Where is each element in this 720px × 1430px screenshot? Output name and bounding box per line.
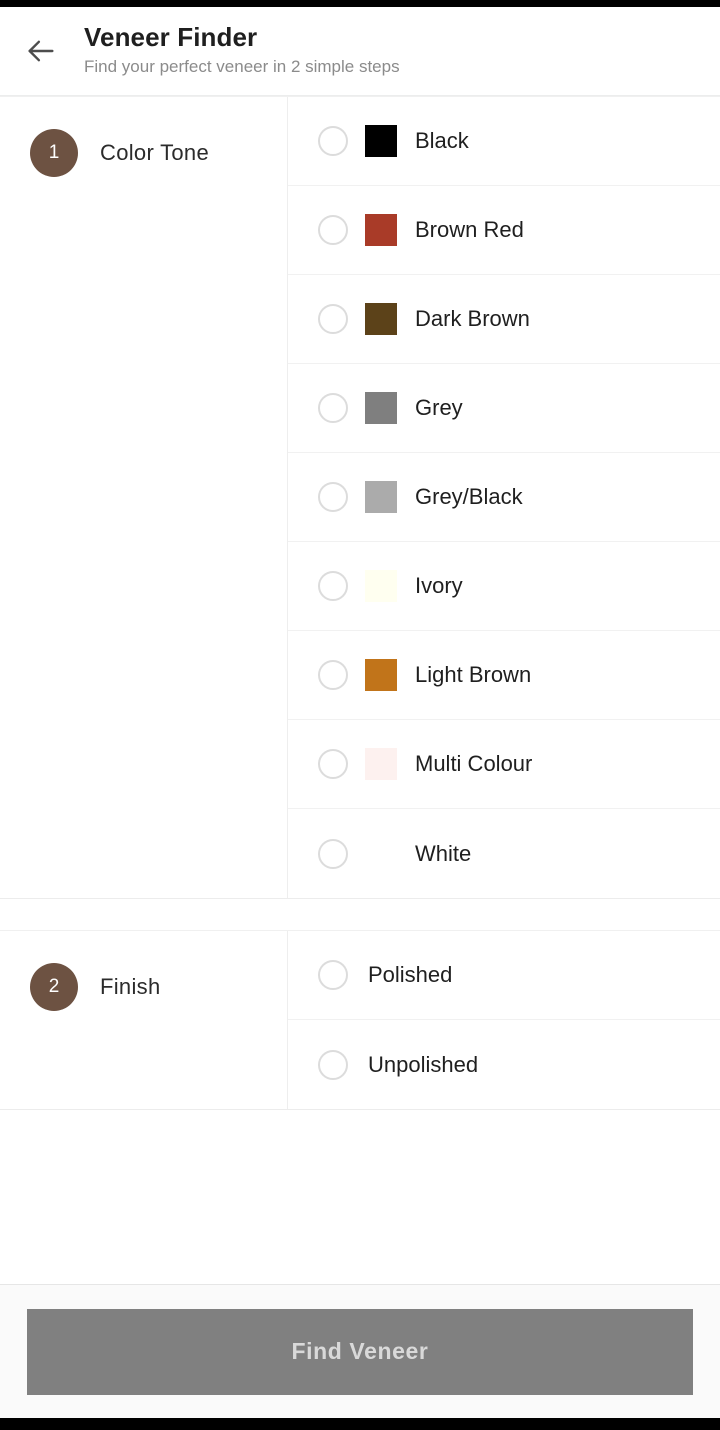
color-swatch-grey bbox=[365, 392, 397, 424]
navigation-bar bbox=[0, 1418, 720, 1430]
option-label-dark-brown: Dark Brown bbox=[415, 306, 530, 331]
footer-bar: Find Veneer bbox=[0, 1284, 720, 1418]
step-2-head-row: 2 Finish bbox=[30, 963, 287, 1011]
radio-dark-brown[interactable] bbox=[318, 304, 348, 334]
option-label-light-brown: Light Brown bbox=[415, 662, 532, 687]
option-row-dark-brown[interactable]: Dark Brown bbox=[288, 275, 720, 364]
arrow-left-icon bbox=[24, 34, 58, 68]
option-label-white: White bbox=[415, 840, 472, 866]
option-label-grey-black: Grey/Black bbox=[415, 484, 523, 509]
radio-ivory[interactable] bbox=[318, 571, 348, 601]
radio-polished[interactable] bbox=[318, 960, 348, 990]
radio-black[interactable] bbox=[318, 126, 348, 156]
option-row-multi-colour[interactable]: Multi Colour bbox=[288, 720, 720, 809]
app-header: Veneer Finder Find your perfect veneer i… bbox=[0, 7, 720, 96]
color-swatch-ivory bbox=[365, 570, 397, 602]
content-spacer bbox=[0, 1110, 720, 1284]
radio-brown-red[interactable] bbox=[318, 215, 348, 245]
header-text-group: Veneer Finder Find your perfect veneer i… bbox=[84, 21, 400, 80]
step-2-number-badge: 2 bbox=[30, 963, 78, 1011]
color-swatch-light-brown bbox=[365, 659, 397, 691]
back-button[interactable] bbox=[18, 28, 64, 74]
option-row-white[interactable]: White bbox=[288, 809, 720, 898]
status-bar bbox=[0, 0, 720, 7]
color-swatch-multi-colour bbox=[365, 748, 397, 780]
option-row-grey-black[interactable]: Grey/Black bbox=[288, 453, 720, 542]
option-label-unpolished: Unpolished bbox=[368, 1051, 479, 1077]
option-row-brown-red[interactable]: Brown Red bbox=[288, 186, 720, 275]
option-row-unpolished[interactable]: Unpolished bbox=[288, 1020, 720, 1109]
option-label-grey: Grey bbox=[415, 395, 463, 420]
option-row-light-brown[interactable]: Light Brown bbox=[288, 631, 720, 720]
find-veneer-button[interactable]: Find Veneer bbox=[27, 1308, 693, 1395]
step-card-color-tone: 1 Color Tone Black Brown Red Dark Brown … bbox=[0, 96, 720, 899]
radio-unpolished[interactable] bbox=[318, 1049, 348, 1080]
step-2-title: Finish bbox=[100, 974, 161, 999]
radio-multi-colour[interactable] bbox=[318, 749, 348, 779]
option-label-brown-red: Brown Red bbox=[415, 217, 524, 242]
option-row-ivory[interactable]: Ivory bbox=[288, 542, 720, 631]
app-screen: Veneer Finder Find your perfect veneer i… bbox=[0, 0, 720, 1430]
option-row-grey[interactable]: Grey bbox=[288, 364, 720, 453]
color-swatch-black bbox=[365, 125, 397, 157]
step-1-head-row: 1 Color Tone bbox=[30, 129, 287, 177]
step-1-header: 1 Color Tone bbox=[0, 97, 288, 898]
step-1-number-badge: 1 bbox=[30, 129, 78, 177]
radio-light-brown[interactable] bbox=[318, 660, 348, 690]
color-swatch-white bbox=[365, 838, 397, 870]
color-swatch-grey-black bbox=[365, 481, 397, 513]
option-label-black: Black bbox=[415, 128, 469, 153]
option-row-black[interactable]: Black bbox=[288, 97, 720, 186]
finder-content: 1 Color Tone Black Brown Red Dark Brown … bbox=[0, 96, 720, 1284]
option-label-multi-colour: Multi Colour bbox=[415, 751, 533, 776]
radio-white[interactable] bbox=[318, 838, 348, 869]
step-2-options: Polished Unpolished bbox=[288, 931, 720, 1109]
page-title: Veneer Finder bbox=[84, 21, 258, 52]
page-subtitle: Find your perfect veneer in 2 simple ste… bbox=[84, 56, 400, 76]
color-swatch-brown-red bbox=[365, 214, 397, 246]
step-1-options: Black Brown Red Dark Brown Grey Grey/Bla… bbox=[288, 97, 720, 898]
color-swatch-dark-brown bbox=[365, 303, 397, 335]
radio-grey-black[interactable] bbox=[318, 482, 348, 512]
step-1-title: Color Tone bbox=[100, 140, 209, 165]
radio-grey[interactable] bbox=[318, 393, 348, 423]
step-2-header: 2 Finish bbox=[0, 931, 288, 1109]
option-label-polished: Polished bbox=[368, 962, 453, 987]
option-label-ivory: Ivory bbox=[415, 573, 463, 598]
step-card-finish: 2 Finish Polished Unpolished bbox=[0, 930, 720, 1110]
option-row-polished[interactable]: Polished bbox=[288, 931, 720, 1020]
